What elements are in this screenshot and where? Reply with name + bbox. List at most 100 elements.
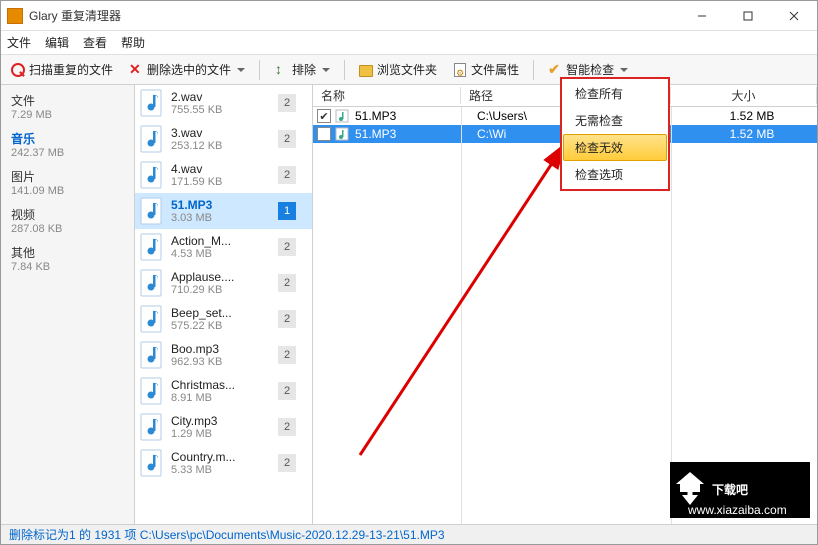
duplicate-count: 1 <box>278 202 296 220</box>
category-name: 其他 <box>11 244 124 261</box>
window-controls <box>679 2 817 30</box>
file-item[interactable]: Action_M...4.53 MB2 <box>135 229 312 265</box>
file-size: 5.33 MB <box>171 464 272 476</box>
music-file-icon <box>335 127 349 141</box>
file-item[interactable]: Boo.mp3962.93 KB2 <box>135 337 312 373</box>
duplicate-count: 2 <box>278 310 296 328</box>
file-name: 2.wav <box>171 90 272 104</box>
file-size: 710.29 KB <box>171 284 272 296</box>
minimize-button[interactable] <box>679 2 725 30</box>
cell-size: 1.52 MB <box>687 127 817 141</box>
toolbar: 扫描重复的文件 删除选中的文件 排除 浏览文件夹 文件属性 智能检查 <box>1 55 817 85</box>
file-item[interactable]: City.mp31.29 MB2 <box>135 409 312 445</box>
row-checkbox[interactable]: ✔ <box>317 109 331 123</box>
scan-button[interactable]: 扫描重复的文件 <box>5 59 119 80</box>
close-button[interactable] <box>771 2 817 30</box>
menu-help[interactable]: 帮助 <box>121 34 145 51</box>
file-item[interactable]: 3.wav253.12 KB 2 <box>135 121 312 157</box>
duplicate-count: 2 <box>278 130 296 148</box>
file-name: Christmas... <box>171 378 272 392</box>
menu-item[interactable]: 检查无效 <box>563 134 667 161</box>
category-size: 7.84 KB <box>11 261 124 273</box>
file-name: 4.wav <box>171 162 272 176</box>
col-divider <box>461 107 462 524</box>
file-item[interactable]: 51.MP33.03 MB 1 <box>135 193 312 229</box>
menu-item[interactable]: 检查选项 <box>563 161 667 188</box>
delete-icon <box>129 63 143 77</box>
music-file-icon <box>137 413 165 441</box>
cell-name: 51.MP3 <box>353 127 477 141</box>
category-视频[interactable]: 视频287.08 KB <box>1 203 134 241</box>
file-size: 8.91 MB <box>171 392 272 404</box>
row-checkbox[interactable] <box>317 127 331 141</box>
category-音乐[interactable]: 音乐242.37 MB <box>1 127 134 165</box>
file-item[interactable]: Country.m...5.33 MB 2 <box>135 445 312 481</box>
file-name: 3.wav <box>171 126 272 140</box>
svg-text:www.xiazaiba.com: www.xiazaiba.com <box>687 503 787 517</box>
col-name[interactable]: 名称 <box>313 87 461 104</box>
file-size: 253.12 KB <box>171 140 272 152</box>
menu-edit[interactable]: 编辑 <box>45 34 69 51</box>
status-text: 删除标记为1 的 1931 项 C:\Users\pc\Documents\Mu… <box>9 526 445 543</box>
check-icon <box>548 63 562 77</box>
titlebar: Glary 重复清理器 <box>1 1 817 31</box>
properties-icon <box>453 63 467 77</box>
music-file-icon <box>137 233 165 261</box>
category-size: 287.08 KB <box>11 223 124 235</box>
file-size: 755.55 KB <box>171 104 272 116</box>
file-name: City.mp3 <box>171 414 272 428</box>
file-props-button[interactable]: 文件属性 <box>447 59 525 80</box>
col-size[interactable]: 大小 <box>671 87 817 104</box>
chevron-down-icon <box>322 68 330 72</box>
cell-size: 1.52 MB <box>687 109 817 123</box>
svg-text:下载吧: 下载吧 <box>712 482 748 497</box>
category-name: 图片 <box>11 168 124 185</box>
menu-view[interactable]: 查看 <box>83 34 107 51</box>
file-size: 1.29 MB <box>171 428 272 440</box>
file-name: Country.m... <box>171 450 272 464</box>
chevron-down-icon <box>620 68 628 72</box>
browse-folder-button[interactable]: 浏览文件夹 <box>353 59 443 80</box>
category-size: 242.37 MB <box>11 147 124 159</box>
file-name: Beep_set... <box>171 306 272 320</box>
music-file-icon <box>335 109 349 123</box>
file-item[interactable]: 2.wav755.55 KB2 <box>135 85 312 121</box>
sort-icon <box>274 63 288 77</box>
file-item[interactable]: Christmas...8.91 MB2 <box>135 373 312 409</box>
file-size: 3.03 MB <box>171 212 272 224</box>
file-item[interactable]: Beep_set...575.22 KB 2 <box>135 301 312 337</box>
delete-selected-button[interactable]: 删除选中的文件 <box>123 59 251 80</box>
category-name: 视频 <box>11 206 124 223</box>
file-name: Applause.... <box>171 270 272 284</box>
category-其他[interactable]: 其他7.84 KB <box>1 241 134 279</box>
category-sidebar: 文件7.29 MB音乐242.37 MB图片141.09 MB视频287.08 … <box>1 85 135 524</box>
window-title: Glary 重复清理器 <box>29 7 679 24</box>
file-item[interactable]: 4.wav171.59 KB2 <box>135 157 312 193</box>
menu-item[interactable]: 检查所有 <box>563 80 667 107</box>
duplicate-count: 2 <box>278 274 296 292</box>
separator <box>533 60 534 80</box>
maximize-button[interactable] <box>725 2 771 30</box>
category-name: 音乐 <box>11 130 124 147</box>
cell-name: 51.MP3 <box>353 109 477 123</box>
duplicate-file-list[interactable]: 2.wav755.55 KB23.wav253.12 KB24.wav171.5… <box>135 85 313 524</box>
duplicate-count: 2 <box>278 454 296 472</box>
sort-button[interactable]: 排除 <box>268 59 336 80</box>
file-name: Boo.mp3 <box>171 342 272 356</box>
file-size: 4.53 MB <box>171 248 272 260</box>
music-file-icon <box>137 125 165 153</box>
category-size: 7.29 MB <box>11 109 124 121</box>
watermark: 下载吧 www.xiazaiba.com <box>670 462 810 521</box>
menu-item[interactable]: 无需检查 <box>563 107 667 134</box>
category-图片[interactable]: 图片141.09 MB <box>1 165 134 203</box>
file-name: 51.MP3 <box>171 198 272 212</box>
file-item[interactable]: Applause....710.29 KB 2 <box>135 265 312 301</box>
menubar: 文件 编辑 查看 帮助 <box>1 31 817 55</box>
chevron-down-icon <box>237 68 245 72</box>
separator <box>344 60 345 80</box>
music-file-icon <box>137 269 165 297</box>
music-file-icon <box>137 197 165 225</box>
menu-file[interactable]: 文件 <box>7 34 31 51</box>
category-文件[interactable]: 文件7.29 MB <box>1 89 134 127</box>
file-size: 575.22 KB <box>171 320 272 332</box>
